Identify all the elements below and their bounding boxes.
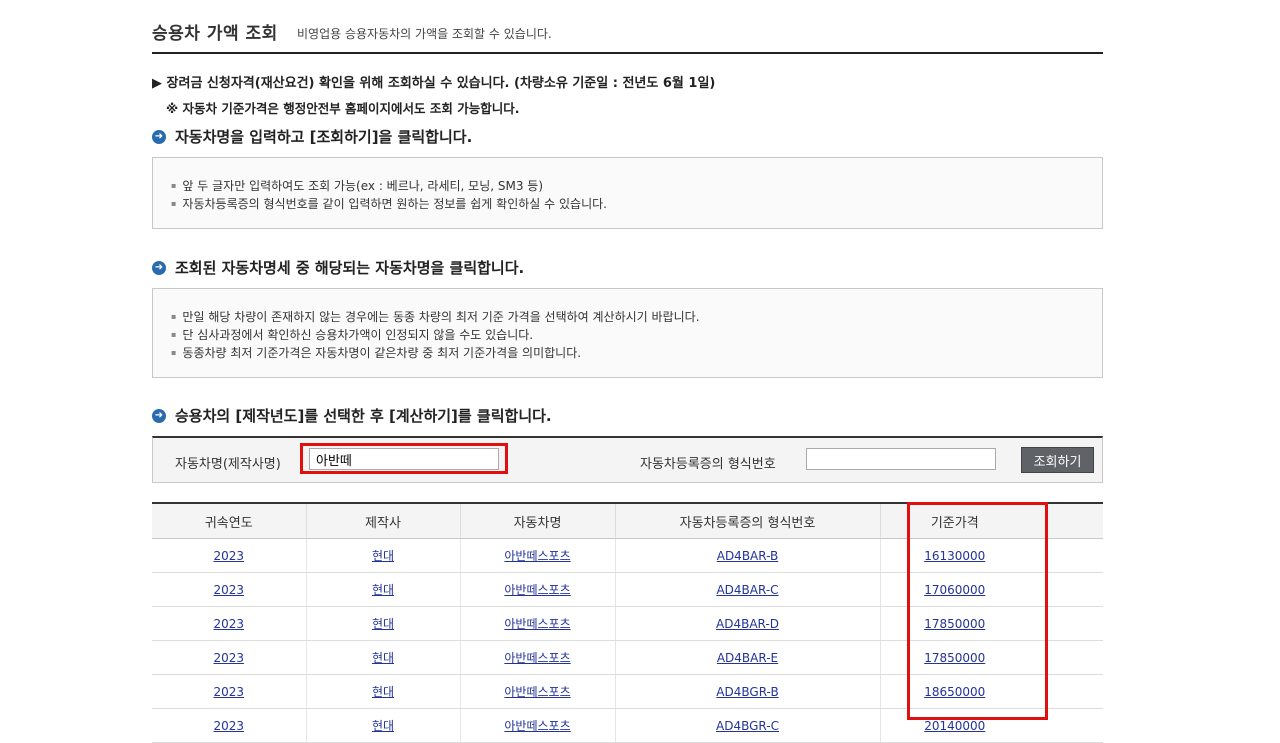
car-name-label: 자동차명(제작사명) [175, 457, 281, 472]
car-name-highlight-box [300, 443, 508, 474]
section-2-info-box: 만일 해당 차량이 존재하지 않는 경우에는 동종 차량의 최저 기준 가격을 … [152, 288, 1103, 378]
car-name-link[interactable]: 아반떼스포츠 [504, 685, 570, 699]
eligibility-note: ▶ 장려금 신청자격(재산요건) 확인을 위해 조회하실 수 있습니다. (차량… [152, 76, 716, 91]
section-2-title-text: 조회된 자동차명세 중 해당되는 자동차명을 클릭합니다. [175, 259, 525, 277]
year-link[interactable]: 2023 [213, 617, 244, 631]
year-link[interactable]: 2023 [213, 651, 244, 665]
car-name-link[interactable]: 아반떼스포츠 [504, 583, 570, 597]
model-number-link[interactable]: AD4BGR-B [716, 685, 778, 699]
model-number-link[interactable]: AD4BGR-C [716, 719, 779, 733]
year-link[interactable]: 2023 [213, 719, 244, 733]
maker-link[interactable]: 현대 [372, 685, 394, 699]
model-number-link[interactable]: AD4BAR-D [716, 617, 779, 631]
model-number-link[interactable]: AD4BAR-B [717, 549, 779, 563]
page-subtitle: 비영업용 승용자동차의 가액을 조회할 수 있습니다. [297, 27, 552, 41]
info-line: 동종차량 최저 기준가격은 자동차명이 같은차량 중 최저 기준가격을 의미합니… [171, 344, 581, 361]
info-line: 만일 해당 차량이 존재하지 않는 경우에는 동종 차량의 최저 기준 가격을 … [171, 308, 699, 325]
section-1-title-text: 자동차명을 입력하고 [조회하기]을 클릭합니다. [175, 128, 473, 146]
car-name-link[interactable]: 아반떼스포츠 [504, 651, 570, 665]
page-header: 승용차 가액 조회 비영업용 승용자동차의 가액을 조회할 수 있습니다. [152, 0, 1103, 54]
maker-link[interactable]: 현대 [372, 617, 394, 631]
maker-link[interactable]: 현대 [372, 651, 394, 665]
arrow-circle-icon: ➜ [152, 260, 166, 275]
reference-note: ※ 자동차 기준가격은 행정안전부 홈페이지에서도 조회 가능합니다. [166, 101, 520, 116]
page-container: 승용차 가액 조회 비영업용 승용자동차의 가액을 조회할 수 있습니다. ▶ … [152, 0, 1103, 483]
year-link[interactable]: 2023 [213, 583, 244, 597]
price-link[interactable]: 20140000 [924, 719, 985, 733]
arrow-circle-icon: ➜ [152, 129, 166, 144]
maker-link[interactable]: 현대 [372, 549, 394, 563]
search-button[interactable]: 조회하기 [1021, 447, 1094, 473]
info-line: 자동차등록증의 형식번호를 같이 입력하면 원하는 정보를 쉽게 확인하실 수 … [171, 195, 607, 212]
section-2-title: ➜ 조회된 자동차명세 중 해당되는 자동차명을 클릭합니다. [152, 257, 524, 278]
car-name-link[interactable]: 아반떼스포츠 [504, 617, 570, 631]
column-header: 제작사 [305, 502, 460, 539]
section-1-title: ➜ 자동차명을 입력하고 [조회하기]을 클릭합니다. [152, 126, 472, 147]
column-header: 귀속연도 [152, 502, 306, 539]
search-form: 자동차명(제작사명) 자동차등록증의 형식번호 조회하기 [152, 436, 1103, 483]
car-name-link[interactable]: 아반떼스포츠 [504, 719, 570, 733]
model-number-link[interactable]: AD4BAR-C [716, 583, 778, 597]
page-title: 승용차 가액 조회 [152, 24, 278, 44]
section-3-title: ➜ 승용차의 [제작년도]를 선택한 후 [계산하기]를 클릭합니다. [152, 405, 552, 426]
maker-link[interactable]: 현대 [372, 583, 394, 597]
maker-link[interactable]: 현대 [372, 719, 394, 733]
info-line: 단 심사과정에서 확인하신 승용차가액이 인정되지 않을 수도 있습니다. [171, 326, 533, 343]
section-1-info-box: 앞 두 글자만 입력하여도 조회 가능(ex : 베르나, 라세티, 모닝, S… [152, 157, 1103, 229]
car-name-link[interactable]: 아반떼스포츠 [504, 549, 570, 563]
model-number-input[interactable] [806, 448, 996, 470]
model-number-label: 자동차등록증의 형식번호 [640, 457, 776, 472]
section-3-title-text: 승용차의 [제작년도]를 선택한 후 [계산하기]를 클릭합니다. [175, 407, 552, 425]
model-number-link[interactable]: AD4BAR-E [717, 651, 778, 665]
arrow-circle-icon: ➜ [152, 408, 166, 423]
year-link[interactable]: 2023 [213, 685, 244, 699]
column-header: 자동차등록증의 형식번호 [614, 502, 880, 539]
info-line: 앞 두 글자만 입력하여도 조회 가능(ex : 베르나, 라세티, 모닝, S… [171, 177, 543, 194]
year-link[interactable]: 2023 [213, 549, 244, 563]
column-header: 자동차명 [459, 502, 615, 539]
price-column-highlight-box [907, 502, 1048, 720]
